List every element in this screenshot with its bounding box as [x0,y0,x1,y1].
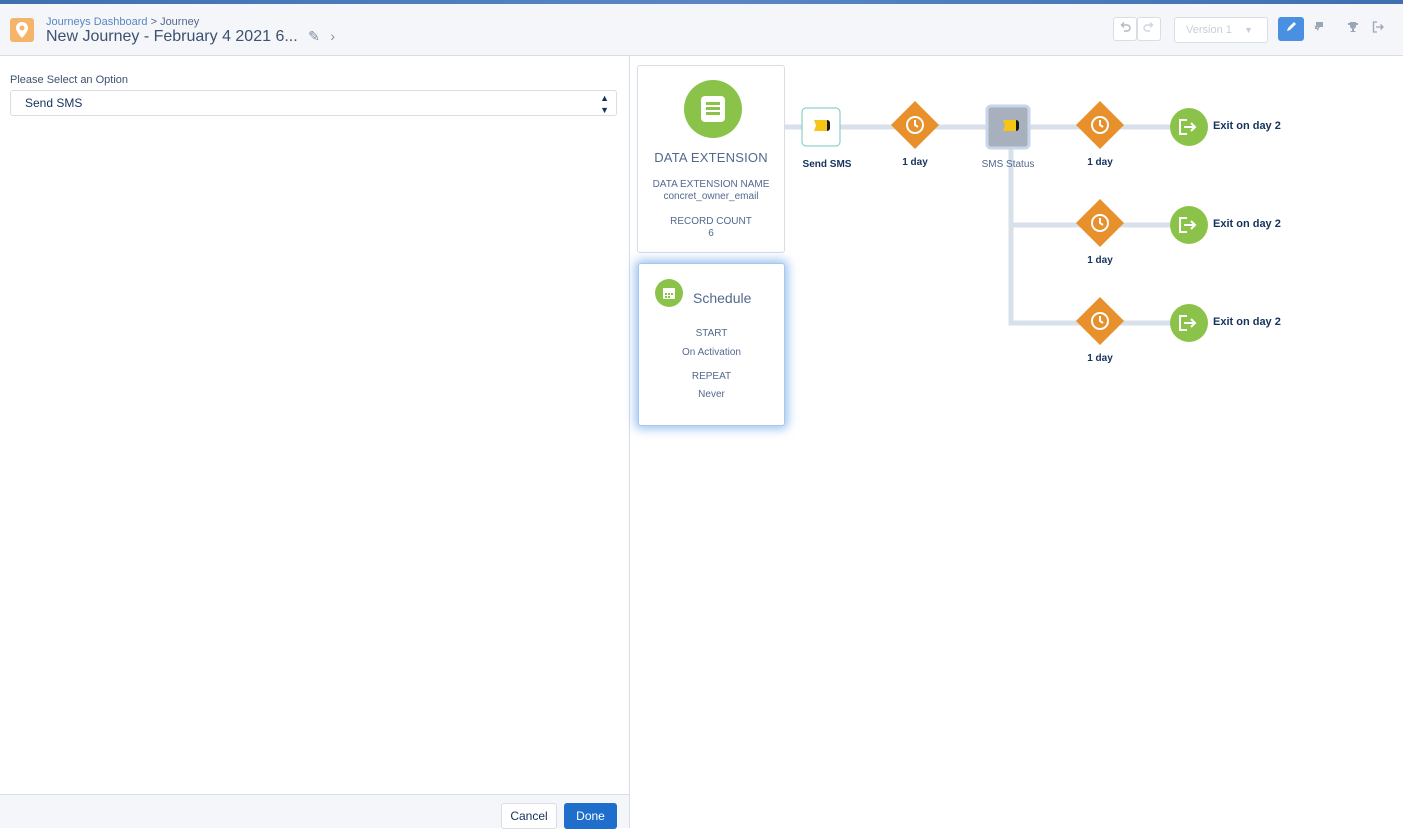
configuration-panel: Please Select an Option Send SMS ▲ ▼ Canc… [0,56,630,829]
journey-title: New Journey - February 4 2021 6... ✎ › [46,28,335,46]
breadcrumb: Journeys Dashboard > Journey [46,16,199,28]
redo-icon [1143,22,1154,32]
wait-2-label: 1 day [1087,157,1113,168]
send-sms-label: Send SMS [802,159,852,170]
repeat-value: Never [698,389,725,400]
exit-1-label: Exit on day 2 [1213,120,1281,132]
journey-title-text: New Journey - February 4 2021 6... [46,28,298,45]
entry-source-title: DATA EXTENSION [654,150,768,165]
panel-footer: Cancel Done [0,794,629,829]
start-label: START [695,328,728,339]
trophy-icon [1348,22,1358,32]
entry-source-card[interactable]: DATA EXTENSION DATA EXTENSION NAME concr… [637,65,785,253]
option-select-value: Send SMS [25,96,83,110]
exit-icon [1372,21,1384,33]
sms-status-label: SMS Status [981,159,1035,170]
data-extension-icon [684,80,742,138]
exit-3-label: Exit on day 2 [1213,316,1281,328]
undo-button[interactable] [1113,17,1137,41]
calendar-icon [655,279,683,307]
repeat-label: REPEAT [691,371,732,382]
select-arrows-icon: ▲ ▼ [600,93,609,115]
record-count-label: RECORD COUNT [670,216,752,227]
edit-title-icon[interactable]: ✎ [308,28,320,44]
chevron-down-icon: ▼ [1244,25,1253,35]
journey-canvas: Send SMS 1 day SMS Status 1 day 1 day 1 … [631,56,1403,828]
messages-button[interactable] [1305,17,1331,41]
messages-icon [1313,22,1323,31]
wait-4-label: 1 day [1087,353,1113,364]
select-option-label: Please Select an Option [10,74,129,86]
chevron-right-icon[interactable]: › [330,28,335,44]
wait-3-label: 1 day [1087,255,1113,266]
redo-button[interactable] [1137,17,1161,41]
version-select-value: Version 1 [1186,24,1232,36]
breadcrumb-separator: > [147,16,161,28]
done-button[interactable]: Done [564,803,617,829]
edit-icon [1287,22,1296,31]
cancel-button[interactable]: Cancel [501,803,557,829]
location-pin-icon [10,18,34,42]
breadcrumb-current: Journey [160,16,200,28]
journey-header: Journeys Dashboard > Journey New Journey… [0,4,1403,56]
version-select[interactable]: Version 1 ▼ [1174,17,1268,43]
schedule-card[interactable]: Schedule START On Activation REPEAT Neve… [638,263,785,426]
exit-criteria-button[interactable] [1366,17,1390,41]
edit-mode-button[interactable] [1278,17,1304,41]
record-count-value: 6 [708,228,714,239]
de-name-label: DATA EXTENSION NAME [652,179,770,190]
breadcrumb-link-journeys-dashboard[interactable]: Journeys Dashboard [46,16,148,28]
exit-2-label: Exit on day 2 [1213,218,1281,230]
wait-1-label: 1 day [902,157,928,168]
undo-icon [1120,22,1131,32]
goal-button[interactable] [1341,17,1365,41]
start-value: On Activation [682,347,741,358]
schedule-title: Schedule [693,290,752,306]
option-select[interactable]: Send SMS ▲ ▼ [10,90,617,116]
de-name-value: concret_owner_email [663,191,759,202]
